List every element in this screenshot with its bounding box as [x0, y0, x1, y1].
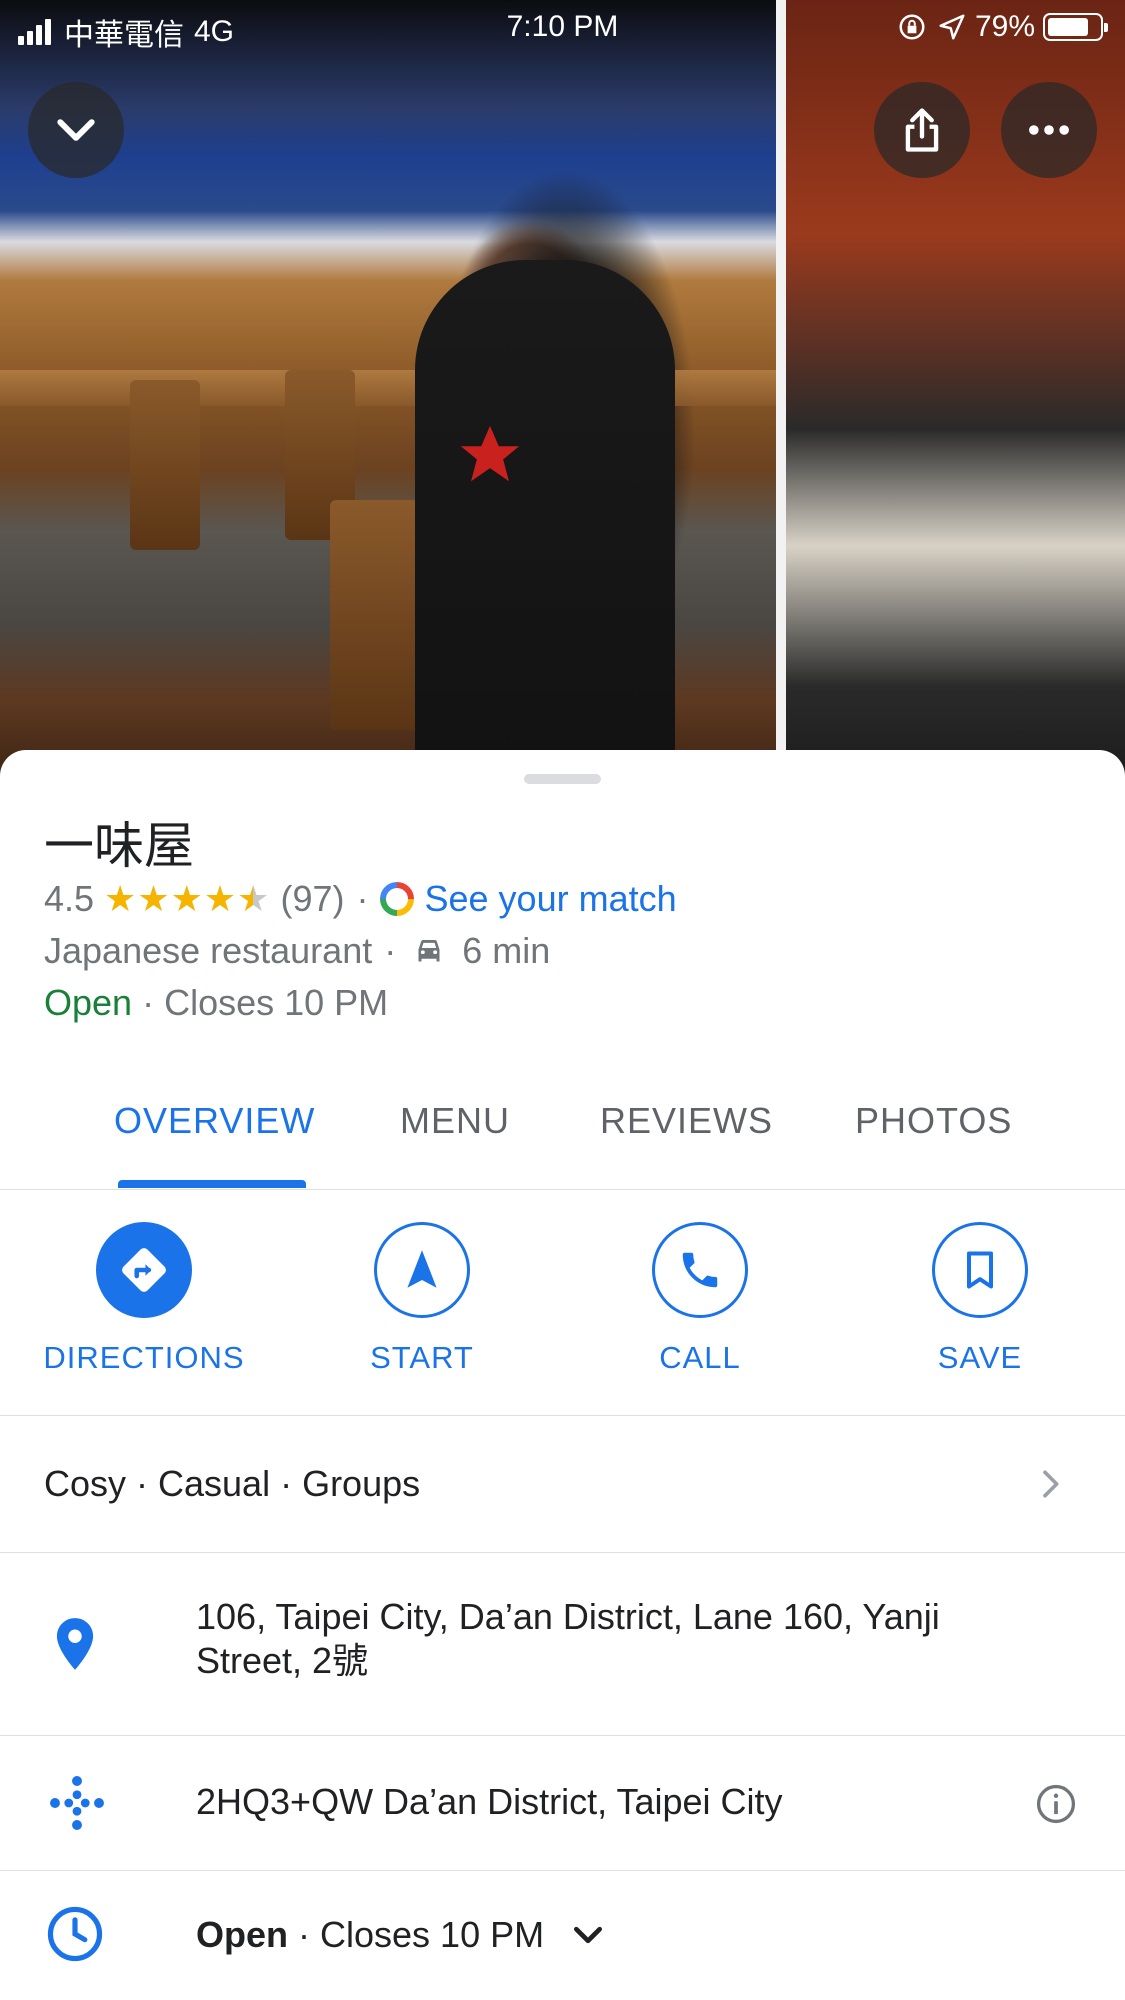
star-icon: ★ — [137, 878, 170, 919]
directions-circle[interactable] — [96, 1222, 192, 1318]
active-tab-indicator — [118, 1180, 306, 1188]
shirt-star-graphic — [460, 425, 520, 482]
address-text: 106, Taipei City, Da’an District, Lane 1… — [196, 1596, 940, 1681]
clock: 7:10 PM — [506, 10, 619, 43]
call-label: CALL — [659, 1340, 741, 1375]
more-options-button[interactable] — [1001, 82, 1097, 178]
star-icon: ★ — [170, 878, 203, 919]
address-row[interactable]: 106, Taipei City, Da’an District, Lane 1… — [0, 1553, 1125, 1736]
star-icon: ★ — [104, 878, 137, 919]
plus-code-row[interactable]: 2HQ3+QW Da’an District, Taipei City — [0, 1736, 1125, 1871]
chevron-down-icon — [57, 119, 95, 141]
place-category: Japanese restaurant — [44, 930, 373, 971]
rotation-lock-icon — [899, 14, 925, 40]
start-button[interactable]: START — [302, 1222, 542, 1376]
review-count[interactable]: (97) — [280, 878, 344, 920]
start-label: START — [370, 1340, 474, 1375]
attributes-text: Cosy · Casual · Groups — [44, 1463, 421, 1504]
hours-row[interactable]: Open · Closes 10 PM — [0, 1871, 1125, 2000]
status-bar: 中華電信 4G 7:10 PM 79% — [0, 0, 1125, 54]
directions-icon — [122, 1248, 166, 1292]
tab-menu[interactable]: MENU — [400, 1100, 510, 1142]
closing-time: Closes 10 PM — [164, 982, 389, 1023]
separator: · — [142, 982, 155, 1023]
hours-closing-time: · Closes 10 PM — [288, 1914, 545, 1955]
rating-value: 4.5 — [44, 878, 95, 919]
see-your-match-link[interactable]: See your match — [424, 878, 676, 920]
place-title: 一味屋 — [44, 818, 194, 874]
clock-icon — [47, 1906, 103, 1962]
star-rating: ★ ★ ★ ★ ★ — [104, 878, 270, 920]
more-horizontal-icon — [1029, 125, 1069, 135]
save-circle[interactable] — [932, 1222, 1028, 1318]
google-logo-icon — [380, 882, 414, 916]
bookmark-icon — [966, 1251, 994, 1289]
attributes-row[interactable]: Cosy · Casual · Groups — [0, 1416, 1125, 1553]
location-arrow-icon — [939, 14, 965, 40]
hours-text: Open · Closes 10 PM — [196, 1913, 608, 1957]
expand-chevron-icon[interactable] — [568, 1915, 608, 1955]
hours-summary-line: Open · Closes 10 PM — [44, 982, 388, 1024]
tab-reviews[interactable]: REVIEWS — [600, 1100, 773, 1142]
battery-icon — [1043, 13, 1108, 41]
chevron-right-icon — [1043, 1470, 1059, 1498]
save-button[interactable]: SAVE — [860, 1222, 1100, 1376]
action-bar: DIRECTIONS START CALL SAVE — [0, 1190, 1125, 1416]
call-circle[interactable] — [652, 1222, 748, 1318]
drive-time: 6 min — [462, 930, 551, 971]
plus-code-text: 2HQ3+QW Da’an District, Taipei City — [196, 1781, 783, 1822]
chair — [130, 380, 200, 550]
drag-handle[interactable] — [524, 774, 601, 784]
navigation-arrow-icon — [407, 1250, 437, 1288]
location-pin-icon — [56, 1618, 94, 1670]
separator: · — [384, 930, 397, 971]
share-icon — [905, 108, 939, 152]
call-button[interactable]: CALL — [580, 1222, 820, 1376]
phone-icon — [682, 1252, 718, 1288]
star-icon: ★ — [203, 878, 237, 919]
tab-overview[interactable]: OVERVIEW — [114, 1100, 315, 1142]
car-icon — [418, 940, 440, 962]
photo-carousel[interactable]: 中華電信 4G 7:10 PM 79% — [0, 0, 1125, 780]
photo-divider — [776, 0, 786, 780]
open-status: Open — [44, 982, 133, 1023]
collapse-button[interactable] — [28, 82, 124, 178]
info-icon[interactable] — [1034, 1782, 1078, 1826]
chair — [330, 500, 420, 730]
category-line: Japanese restaurant · 6 min — [44, 930, 550, 972]
battery-percent: 79% — [974, 10, 1035, 43]
start-circle[interactable] — [374, 1222, 470, 1318]
plus-code-icon — [50, 1776, 104, 1830]
directions-button[interactable]: DIRECTIONS — [24, 1222, 264, 1376]
save-label: SAVE — [937, 1340, 1023, 1375]
tab-bar: OVERVIEW MENU REVIEWS PHOTOS — [0, 1050, 1125, 1190]
directions-label: DIRECTIONS — [43, 1340, 245, 1375]
share-button[interactable] — [874, 82, 970, 178]
person-figure — [415, 260, 675, 780]
separator: · — [356, 878, 369, 919]
hours-open-status: Open — [196, 1914, 289, 1955]
rating-line: 4.5 ★ ★ ★ ★ ★ (97) · See your match — [44, 878, 677, 920]
tab-photos[interactable]: PHOTOS — [855, 1100, 1012, 1142]
half-star-icon: ★ — [237, 878, 270, 919]
